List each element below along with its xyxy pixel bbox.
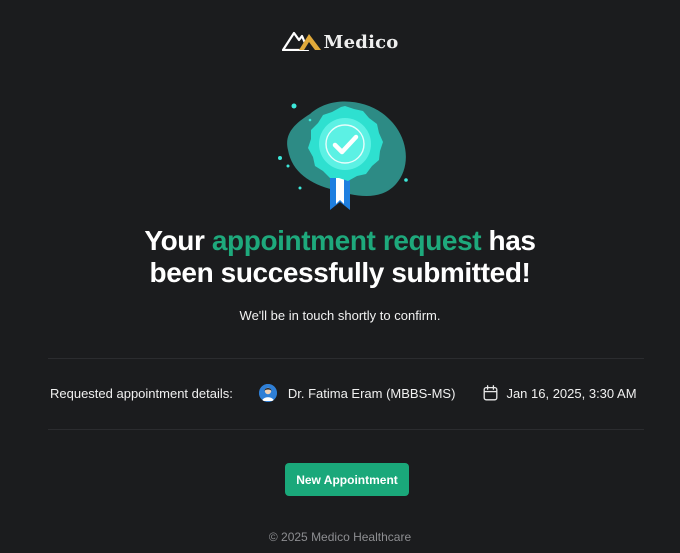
datetime-text: Jan 16, 2025, 3:30 AM xyxy=(506,385,637,401)
headline-line2: been successfully submitted! xyxy=(149,257,531,288)
headline-suffix: has xyxy=(481,225,536,256)
calendar-icon xyxy=(483,385,498,401)
footer-copyright: © 2025 Medico Healthcare xyxy=(268,530,412,544)
appointment-datetime: Jan 16, 2025, 3:30 AM xyxy=(483,385,637,401)
brand-name: Medico xyxy=(323,32,399,53)
details-label: Requested appointment details: xyxy=(50,385,233,401)
confirmation-headline: Your appointment request has been succes… xyxy=(0,225,680,289)
brand-logo[interactable]: Medico xyxy=(0,29,680,56)
certified-badge-icon xyxy=(270,92,415,217)
doctor-info: Dr. Fatima Eram (MBBS-MS) xyxy=(258,384,456,402)
appointment-details: Requested appointment details: Dr. Fatim… xyxy=(50,383,646,403)
confirmation-page: Medico Your appointment request has been… xyxy=(0,0,680,553)
doctor-name: Dr. Fatima Eram (MBBS-MS) xyxy=(287,385,456,401)
new-appointment-button[interactable]: New Appointment xyxy=(285,463,409,496)
mountain-logo-icon xyxy=(281,29,322,56)
doctor-avatar xyxy=(258,384,277,402)
headline-accent: appointment request xyxy=(211,225,482,256)
confirmation-subtext: We'll be in touch shortly to confirm. xyxy=(239,308,441,323)
divider-top xyxy=(48,358,644,359)
headline-prefix: Your xyxy=(144,225,212,256)
divider-bottom xyxy=(48,429,644,430)
